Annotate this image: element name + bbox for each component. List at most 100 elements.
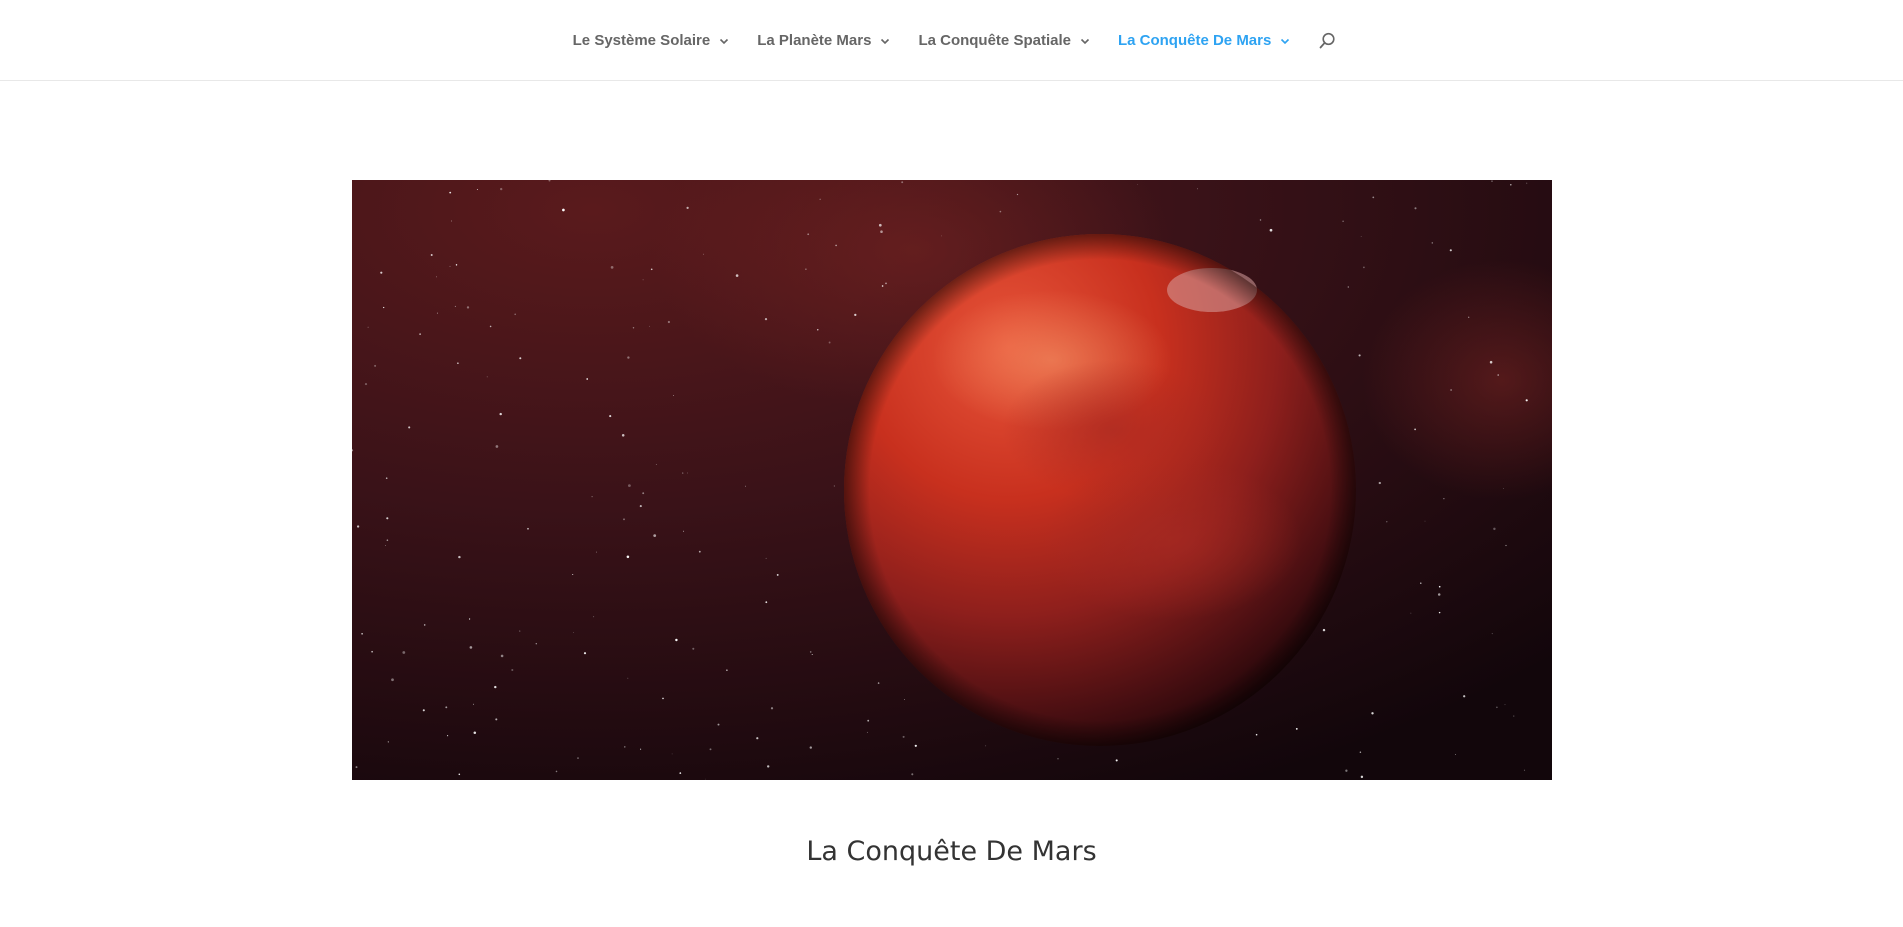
star [819,198,821,200]
star [495,445,499,448]
star [881,285,884,287]
star [355,766,358,769]
star [573,632,574,634]
star [1438,611,1441,614]
star [653,534,657,537]
star [673,395,674,396]
star [726,669,728,672]
star [469,646,473,649]
star [904,698,905,700]
star [902,735,905,738]
hero-image [352,180,1552,780]
star [383,306,385,309]
star [776,573,779,576]
star [386,539,389,541]
star [1359,751,1362,754]
star [449,265,451,267]
star [380,271,383,274]
star [1510,183,1512,186]
star [628,484,631,487]
star [436,276,437,278]
nav-item-conquete-de-mars[interactable]: La Conquête De Mars [1118,32,1291,49]
star [519,357,522,360]
star [489,325,492,328]
star [1295,728,1298,730]
star [1491,180,1493,182]
star [519,630,521,632]
nav-item-planete-mars[interactable]: La Planète Mars [757,32,891,49]
star [828,341,831,344]
star [364,383,368,386]
star [374,364,377,367]
star [1255,733,1258,736]
star [705,778,706,780]
star [764,317,768,321]
star [495,718,498,721]
star [1450,389,1452,391]
star [1491,633,1493,635]
chevron-down-icon [1279,35,1291,47]
star [1345,769,1348,772]
search-button[interactable] [1319,32,1336,50]
star [430,254,433,256]
star [469,618,471,620]
star [1431,242,1434,244]
star [639,505,642,508]
star [476,189,478,190]
star [765,601,768,604]
star [999,210,1002,213]
star [408,426,411,429]
star [511,668,514,672]
star [1347,286,1349,288]
star [527,527,529,530]
star [807,233,810,236]
star [356,525,360,528]
star [1420,582,1422,584]
star [466,306,470,309]
star [367,326,369,328]
star [371,650,373,653]
star [698,550,701,553]
star [1455,754,1456,755]
star [577,757,579,759]
star [391,678,394,682]
star [458,555,461,559]
star [583,652,587,655]
nav-item-systeme-solaire[interactable]: Le Système Solaire [573,32,731,49]
star [1322,628,1326,632]
star [811,654,813,655]
star [767,765,770,768]
star [1449,249,1452,252]
chevron-down-icon [879,35,891,47]
star [1503,488,1504,490]
star [361,633,363,635]
star [555,770,558,773]
star [1371,712,1374,715]
star [692,647,695,650]
star [1115,759,1118,762]
star [1497,374,1499,376]
star [423,624,426,626]
star [805,268,807,270]
star [1360,235,1362,237]
star [1496,706,1498,709]
star [985,745,987,747]
star [1513,715,1515,717]
site-header: Le Système Solaire La Planète Mars La Co… [0,0,1903,81]
star [1358,354,1361,357]
nav-item-conquete-spatiale[interactable]: La Conquête Spatiale [918,32,1091,49]
star [1489,360,1493,364]
star [745,485,746,487]
star [1363,266,1365,269]
star [591,495,593,498]
star [473,731,477,734]
star [835,244,837,247]
nav-item-label: La Conquête De Mars [1117,32,1272,49]
star [445,706,448,709]
star [703,253,705,255]
star [1016,193,1019,196]
star [655,464,657,465]
star [451,220,452,222]
star [535,643,537,645]
star [419,333,421,335]
